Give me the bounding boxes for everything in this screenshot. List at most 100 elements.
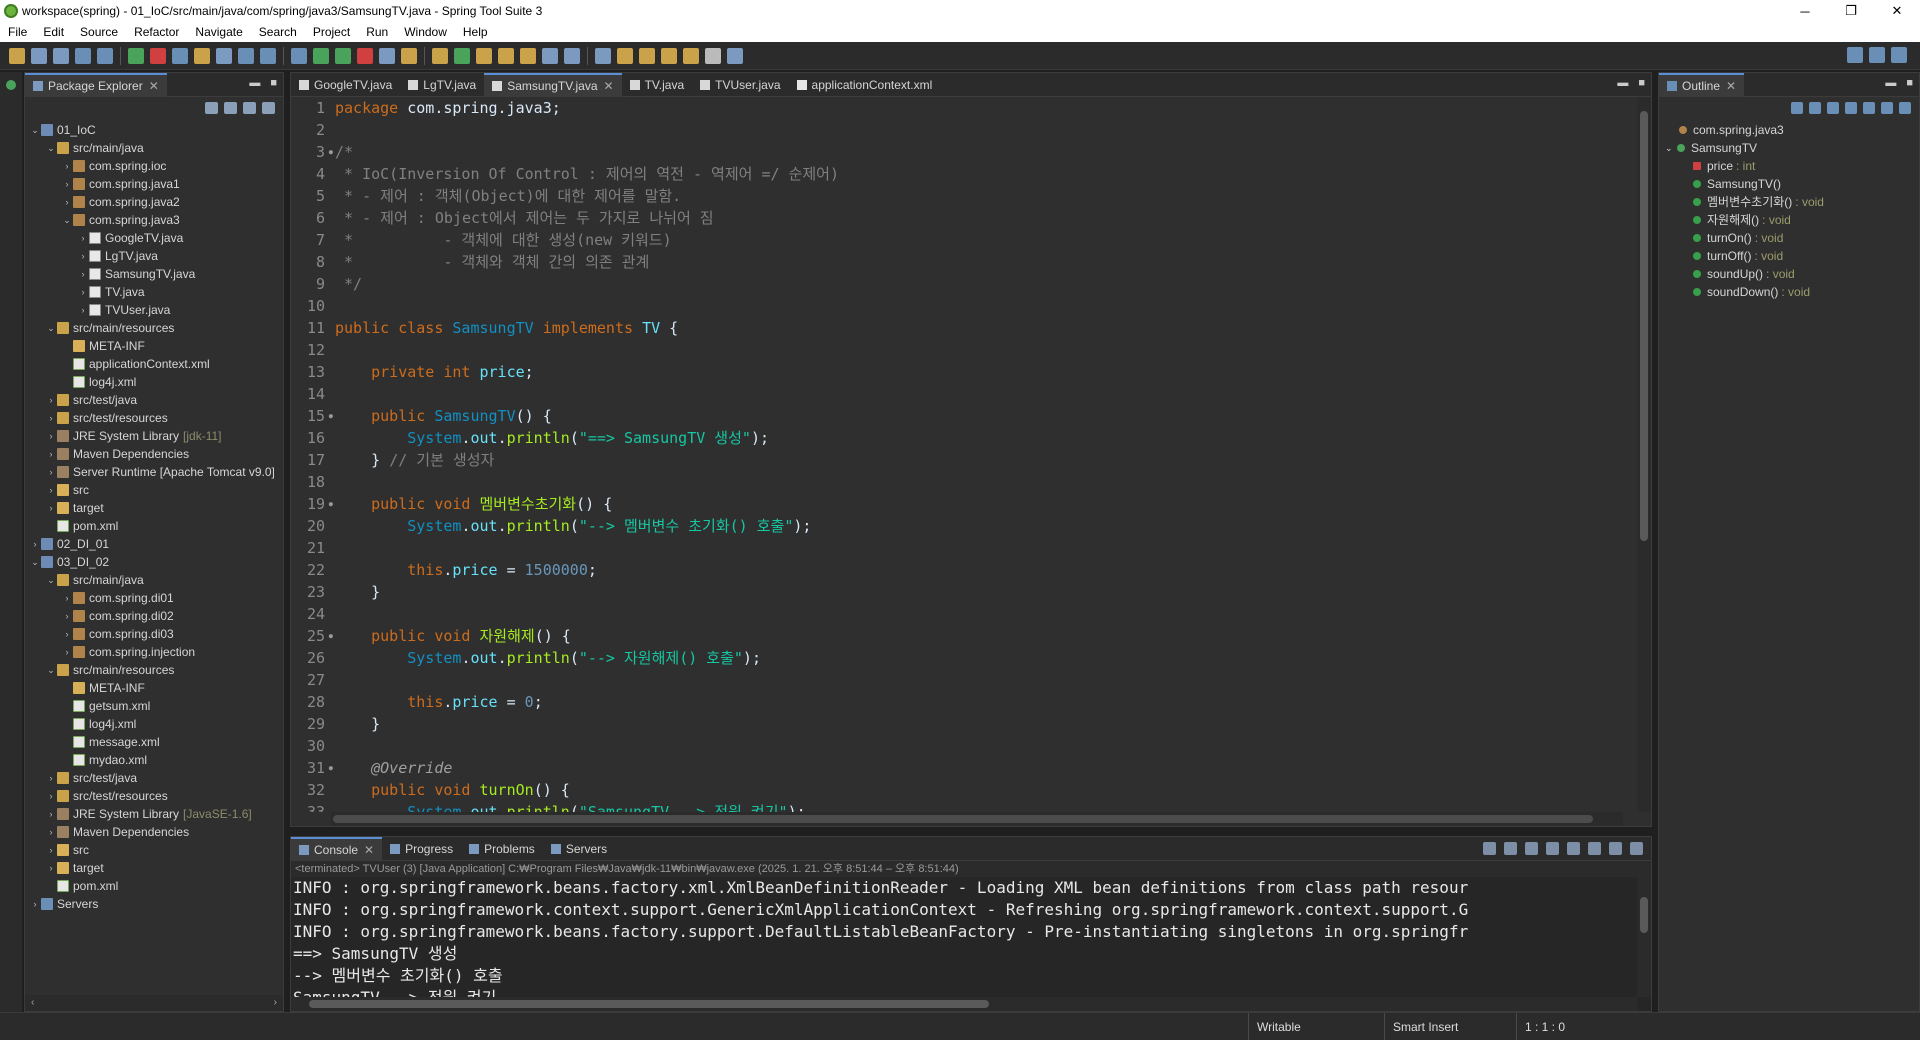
tab-console[interactable]: Console ✕ <box>291 836 383 861</box>
tree-item[interactable]: › src/test/java <box>25 769 283 787</box>
editor-tab[interactable]: TV.java <box>622 73 693 97</box>
outline-item[interactable]: ⌄ SamsungTV <box>1659 139 1919 157</box>
tree-item[interactable]: ⌄ 01_IoC <box>25 121 283 139</box>
tree-item[interactable]: log4j.xml <box>25 715 283 733</box>
pin-console-icon[interactable] <box>1588 842 1601 855</box>
console-vertical-scrollbar[interactable] <box>1637 877 1651 997</box>
tree-item[interactable]: › TV.java <box>25 283 283 301</box>
toggle-mark-icon[interactable] <box>291 47 307 64</box>
tree-item[interactable]: › target <box>25 499 283 517</box>
code-line[interactable]: public class SamsungTV implements TV { <box>335 317 1623 339</box>
outline-item[interactable]: price: int <box>1659 157 1919 175</box>
forward-icon[interactable] <box>661 47 677 64</box>
outline-item[interactable]: turnOff(): void <box>1659 247 1919 265</box>
code-line[interactable] <box>335 537 1623 559</box>
hide-static-icon[interactable] <box>1845 102 1857 114</box>
tree-item[interactable]: › SamsungTV.java <box>25 265 283 283</box>
outline-item[interactable]: com.spring.java3 <box>1659 121 1919 139</box>
collapse-all-icon[interactable] <box>1791 102 1803 114</box>
code-line[interactable]: this.price = 0; <box>335 691 1623 713</box>
expanded-chevron-icon[interactable]: ⌄ <box>29 553 41 571</box>
collapsed-chevron-icon[interactable]: › <box>45 391 57 409</box>
tree-item[interactable]: › Maven Dependencies <box>25 823 283 841</box>
code-line[interactable]: public void turnOn() { <box>335 779 1623 801</box>
expanded-chevron-icon[interactable]: ⌄ <box>45 571 57 589</box>
debug-icon[interactable] <box>150 47 166 64</box>
menu-window[interactable]: Window <box>396 22 455 42</box>
horizontal-scrollbar[interactable]: ‹ › <box>25 995 283 1011</box>
menu-navigate[interactable]: Navigate <box>187 22 250 42</box>
save-icon[interactable] <box>31 47 47 64</box>
skip-breakpoints-icon[interactable] <box>172 47 188 64</box>
editor-horizontal-scrollbar[interactable] <box>331 812 1623 826</box>
collapsed-chevron-icon[interactable]: › <box>45 481 57 499</box>
collapsed-chevron-icon[interactable]: › <box>29 895 41 913</box>
annotation-icon[interactable] <box>564 47 580 64</box>
editor-tab[interactable]: SamsungTV.java ✕ <box>484 72 622 97</box>
code-line[interactable]: } <box>335 713 1623 735</box>
expanded-chevron-icon[interactable]: ⌄ <box>45 661 57 679</box>
open-perspective-icon[interactable] <box>1869 47 1885 63</box>
maximize-view-icon[interactable]: ■ <box>1906 77 1913 89</box>
brush-icon[interactable] <box>520 47 536 64</box>
outline-item[interactable]: turnOn(): void <box>1659 229 1919 247</box>
open-resource-icon[interactable] <box>542 47 558 64</box>
scroll-thumb[interactable] <box>1640 897 1648 933</box>
code-line[interactable] <box>335 383 1623 405</box>
new-java-project-icon[interactable] <box>216 47 232 64</box>
expanded-chevron-icon[interactable]: ⌄ <box>1665 139 1677 157</box>
code-line[interactable] <box>335 669 1623 691</box>
collapsed-chevron-icon[interactable]: › <box>45 427 57 445</box>
build-icon[interactable] <box>379 47 395 64</box>
minimize-editor-icon[interactable]: ▬ <box>1617 77 1628 89</box>
tree-item[interactable]: message.xml <box>25 733 283 751</box>
tree-item[interactable]: › JRE System Library [JavaSE-1.6] <box>25 805 283 823</box>
code-line[interactable]: System.out.println("--> 자원해제() 호출"); <box>335 647 1623 669</box>
collapsed-chevron-icon[interactable]: › <box>29 535 41 553</box>
restore-view-icon[interactable] <box>6 80 16 90</box>
code-line[interactable]: * - 객체와 객체 간의 의존 관계 <box>335 251 1623 273</box>
stop-icon[interactable] <box>357 47 373 64</box>
code-line[interactable]: * IoC(Inversion Of Control : 제어의 역전 - 역제… <box>335 163 1623 185</box>
code-line[interactable]: public SamsungTV() { <box>335 405 1623 427</box>
tree-item[interactable]: › com.spring.di01 <box>25 589 283 607</box>
tab-outline[interactable]: Outline ✕ <box>1659 72 1745 97</box>
editor-text-area[interactable]: 1234567891011121314151617181920212223242… <box>291 97 1651 812</box>
new-package-icon[interactable] <box>238 47 254 64</box>
back-icon[interactable] <box>639 47 655 64</box>
minimize-view-icon[interactable]: ▬ <box>249 77 260 89</box>
display-console-icon[interactable] <box>1609 842 1622 855</box>
tree-item[interactable]: › com.spring.java2 <box>25 193 283 211</box>
tree-item[interactable]: › Servers <box>25 895 283 913</box>
collapsed-chevron-icon[interactable]: › <box>45 805 57 823</box>
last-edit-icon[interactable] <box>683 47 699 64</box>
code-line[interactable] <box>335 295 1623 317</box>
share-icon[interactable] <box>727 47 743 64</box>
open-folder-icon[interactable] <box>498 47 514 64</box>
collapsed-chevron-icon[interactable]: › <box>77 247 89 265</box>
code-line[interactable]: System.out.println("--> 멤버변수 초기화() 호출"); <box>335 515 1623 537</box>
menu-project[interactable]: Project <box>305 22 358 42</box>
prev-annotation-icon[interactable] <box>617 47 633 64</box>
next-annotation-icon[interactable] <box>595 47 611 64</box>
collapsed-chevron-icon[interactable]: › <box>77 283 89 301</box>
code-line[interactable] <box>335 735 1623 757</box>
code-line[interactable]: } // 기본 생성자 <box>335 449 1623 471</box>
new-folder-icon[interactable] <box>476 47 492 64</box>
tree-item[interactable]: pom.xml <box>25 877 283 895</box>
scroll-left-icon[interactable]: ‹ <box>31 995 34 1011</box>
collapsed-chevron-icon[interactable]: › <box>45 463 57 481</box>
pin-editor-icon[interactable] <box>705 47 721 64</box>
close-icon[interactable]: ✕ <box>364 843 374 857</box>
quick-access-search-icon[interactable] <box>1847 47 1863 63</box>
collapsed-chevron-icon[interactable]: › <box>61 175 73 193</box>
scroll-thumb[interactable] <box>333 815 1593 823</box>
tree-item[interactable]: › TVUser.java <box>25 301 283 319</box>
outline-item[interactable]: soundDown(): void <box>1659 283 1919 301</box>
code-line[interactable]: this.price = 1500000; <box>335 559 1623 581</box>
tree-item[interactable]: META-INF <box>25 337 283 355</box>
external-tools-icon[interactable] <box>194 47 210 64</box>
tree-item[interactable]: › src <box>25 841 283 859</box>
tree-item[interactable]: applicationContext.xml <box>25 355 283 373</box>
collapsed-chevron-icon[interactable]: › <box>77 265 89 283</box>
